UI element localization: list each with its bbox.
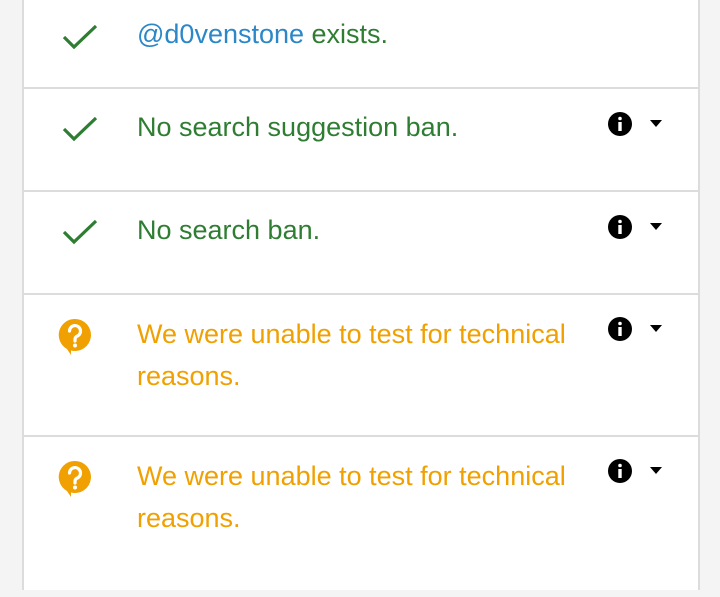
result-row-unknown: We were unable to test for technical rea… <box>24 437 698 597</box>
result-row-unknown: We were unable to test for technical rea… <box>24 295 698 437</box>
caret-down-icon[interactable] <box>650 325 662 333</box>
result-row-exists: @d0venstone exists. <box>24 0 698 89</box>
result-row-search-ban: No search ban. <box>24 192 698 295</box>
results-card: @d0venstone exists. No search suggestion… <box>22 0 700 590</box>
result-row-suggestion-ban: No search suggestion ban. <box>24 89 698 192</box>
result-message: No search ban. <box>137 215 321 245</box>
check-icon <box>62 219 98 245</box>
result-text: exists. <box>304 19 389 49</box>
result-message: No search suggestion ban. <box>137 112 459 142</box>
info-icon[interactable] <box>608 317 632 341</box>
result-message: We were unable to test for technical rea… <box>137 461 566 533</box>
question-bubble-icon <box>58 318 91 355</box>
account-handle-link[interactable]: @d0venstone <box>137 19 304 49</box>
info-icon[interactable] <box>608 215 632 239</box>
caret-down-icon[interactable] <box>650 120 662 128</box>
caret-down-icon[interactable] <box>650 467 662 475</box>
question-bubble-icon <box>58 460 91 497</box>
result-message: @d0venstone exists. <box>137 13 607 55</box>
info-icon[interactable] <box>608 112 632 136</box>
check-icon <box>62 116 98 142</box>
result-message: We were unable to test for technical rea… <box>137 319 566 391</box>
info-icon[interactable] <box>608 459 632 483</box>
caret-down-icon[interactable] <box>650 223 662 231</box>
check-icon <box>62 24 98 50</box>
